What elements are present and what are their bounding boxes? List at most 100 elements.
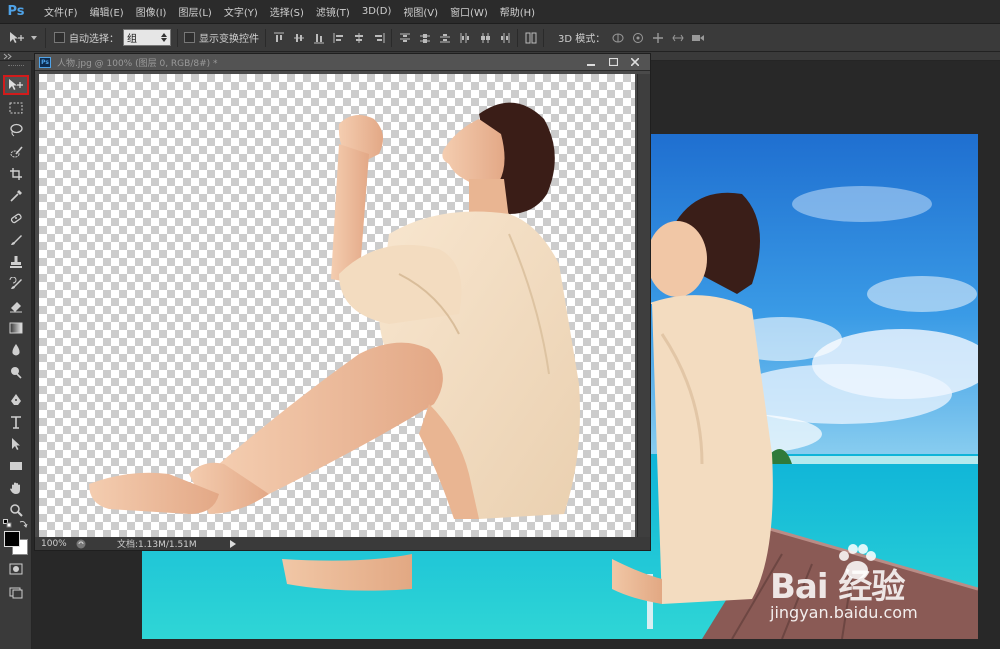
- path-selection-icon: [12, 438, 20, 450]
- 3d-roll-icon[interactable]: [631, 31, 644, 44]
- maximize-button[interactable]: [602, 55, 624, 69]
- toolbox: [0, 61, 32, 649]
- show-transform-label: 显示变换控件: [199, 34, 259, 45]
- menu-file[interactable]: 文件(F): [38, 4, 84, 19]
- swap-colors-icon[interactable]: [19, 519, 28, 528]
- screen-mode-button[interactable]: [3, 583, 29, 603]
- tool-preset-picker[interactable]: [0, 27, 46, 48]
- align-hcenter-icon[interactable]: [352, 31, 365, 44]
- document-title-bar[interactable]: Ps 人物.jpg @ 100% (图层 0, RGB/8#) *: [35, 54, 650, 71]
- menu-3d[interactable]: 3D(D): [356, 6, 398, 17]
- 3d-mode-label: 3D 模式：: [558, 34, 606, 45]
- blur-drop-icon: [12, 344, 20, 356]
- toolbox-grip[interactable]: [8, 65, 24, 68]
- quick-select-tool[interactable]: [3, 142, 29, 162]
- distribute-right-icon[interactable]: [498, 31, 511, 44]
- auto-select-label: 自动选择：: [69, 34, 119, 45]
- history-brush-icon: [9, 277, 22, 289]
- cutout-person-image: [89, 102, 580, 519]
- eraser-icon: [10, 302, 22, 313]
- move-tool[interactable]: [3, 75, 29, 95]
- move-tool-icon: [10, 31, 24, 43]
- zoom-level[interactable]: 100%: [35, 539, 75, 549]
- healing-brush-tool[interactable]: [3, 208, 29, 228]
- align-left-icon[interactable]: [332, 31, 345, 44]
- menu-type[interactable]: 文字(Y): [218, 4, 264, 19]
- quick-mask-icon: [9, 563, 23, 575]
- 3d-mode-buttons: [611, 31, 705, 44]
- divider: [517, 28, 518, 47]
- crop-tool[interactable]: [3, 164, 29, 184]
- options-bar: 自动选择： 组 显示变换控件 3D 模式：: [0, 24, 1000, 52]
- rectangle-tool[interactable]: [3, 456, 29, 476]
- align-top-icon[interactable]: [272, 31, 285, 44]
- zoom-tool[interactable]: [3, 500, 29, 520]
- auto-select-checkbox[interactable]: [54, 32, 65, 43]
- pen-icon: [11, 394, 21, 405]
- zoom-icon: [10, 504, 23, 517]
- default-colors-icon[interactable]: [3, 519, 12, 528]
- 3d-scale-icon[interactable]: [691, 31, 705, 44]
- history-brush-tool[interactable]: [3, 274, 29, 294]
- watermark-url: jingyan.baidu.com: [770, 603, 918, 622]
- auto-align-icon[interactable]: [524, 31, 537, 44]
- eyedropper-tool[interactable]: [3, 186, 29, 206]
- dodge-tool[interactable]: [3, 362, 29, 382]
- menu-view[interactable]: 视图(V): [397, 4, 444, 19]
- person-document-canvas[interactable]: [39, 74, 635, 537]
- menu-items: 文件(F) 编辑(E) 图像(I) 图层(L) 文字(Y) 选择(S) 滤镜(T…: [38, 4, 541, 19]
- hand-tool[interactable]: [3, 478, 29, 498]
- menu-select[interactable]: 选择(S): [264, 4, 310, 19]
- align-vcenter-icon[interactable]: [292, 31, 305, 44]
- minimize-button[interactable]: [580, 55, 602, 69]
- status-menu-arrow-icon[interactable]: [229, 539, 237, 548]
- status-info-icon[interactable]: [75, 538, 87, 549]
- menu-help[interactable]: 帮助(H): [494, 4, 541, 19]
- dodge-icon: [11, 367, 22, 379]
- menu-image[interactable]: 图像(I): [130, 4, 173, 19]
- gradient-tool[interactable]: [3, 318, 29, 338]
- photoshop-logo: Ps: [7, 4, 25, 19]
- distribute-left-icon[interactable]: [458, 31, 471, 44]
- vertical-scrollbar[interactable]: [637, 74, 650, 537]
- menu-filter[interactable]: 滤镜(T): [310, 4, 356, 19]
- distribute-vcenter-icon[interactable]: [418, 31, 431, 44]
- distribute-hcenter-icon[interactable]: [478, 31, 491, 44]
- clone-stamp-tool[interactable]: [3, 252, 29, 272]
- distribute-bottom-icon[interactable]: [438, 31, 451, 44]
- baidu-watermark: Bai 经验 jingyan.baidu.com: [770, 544, 960, 635]
- auto-select-value: 组: [127, 34, 137, 45]
- 3d-slide-icon[interactable]: [671, 31, 684, 44]
- path-selection-tool[interactable]: [3, 434, 29, 454]
- foreground-color-swatch[interactable]: [4, 531, 20, 547]
- marquee-tool[interactable]: [3, 98, 29, 118]
- 3d-drag-icon[interactable]: [651, 31, 664, 44]
- menu-layer[interactable]: 图层(L): [172, 4, 217, 19]
- screen-mode-icon: [9, 587, 23, 599]
- lasso-tool[interactable]: [3, 120, 29, 140]
- align-bottom-icon[interactable]: [312, 31, 325, 44]
- chevron-down-icon: [31, 35, 37, 40]
- align-right-icon[interactable]: [372, 31, 385, 44]
- pen-tool[interactable]: [3, 390, 29, 410]
- expand-panel-icon[interactable]: [3, 53, 13, 60]
- close-button[interactable]: [624, 55, 646, 69]
- menu-window[interactable]: 窗口(W): [444, 4, 494, 19]
- type-icon: [11, 416, 21, 429]
- menu-edit[interactable]: 编辑(E): [84, 4, 130, 19]
- close-icon: [631, 58, 639, 66]
- distribute-top-icon[interactable]: [398, 31, 411, 44]
- 3d-rotate-icon[interactable]: [611, 31, 624, 44]
- type-tool[interactable]: [3, 412, 29, 432]
- brush-tool[interactable]: [3, 230, 29, 250]
- maximize-icon: [608, 58, 618, 66]
- quick-mask-button[interactable]: [3, 559, 29, 579]
- minimize-icon: [587, 64, 595, 66]
- window-controls: [580, 55, 646, 69]
- blur-tool[interactable]: [3, 340, 29, 360]
- show-transform-checkbox[interactable]: [184, 32, 195, 43]
- divider: [543, 28, 544, 47]
- eraser-tool[interactable]: [3, 296, 29, 316]
- auto-select-dropdown[interactable]: 组: [123, 29, 171, 46]
- watermark-brand: Bai 经验: [770, 567, 905, 607]
